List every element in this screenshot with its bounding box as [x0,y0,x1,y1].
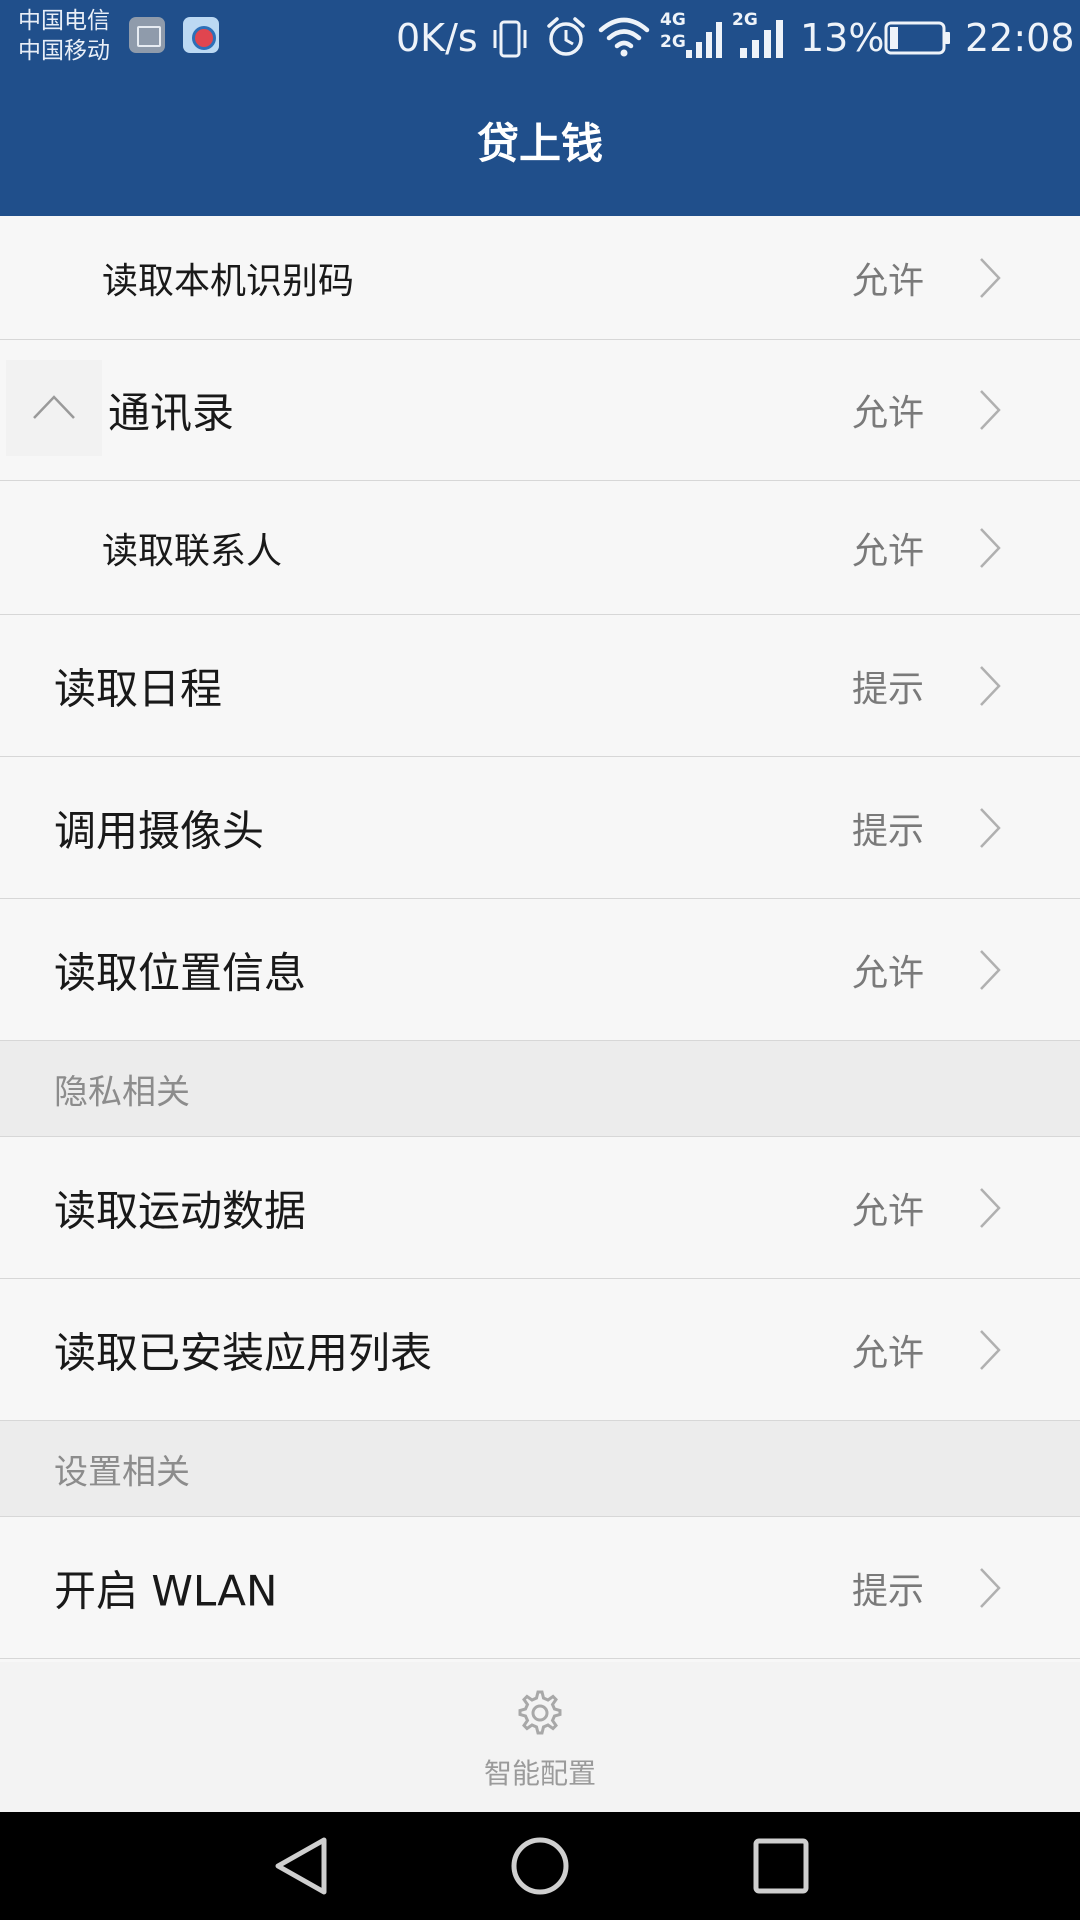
chevron-right-icon [980,390,1001,430]
signal-4g-label: 4G [660,10,686,30]
permission-status: 允许 [851,952,924,994]
permission-status: 允许 [851,260,924,302]
permission-status: 提示 [851,810,924,852]
smart-config-button[interactable]: 智能配置 [440,1690,640,1800]
permission-label: 读取本机识别码 [102,260,355,302]
permission-row-contacts-group[interactable]: 通讯录 允许 [0,340,1080,481]
permission-row-camera[interactable]: 调用摄像头 提示 [0,757,1080,899]
network-speed: 0K/s [396,16,478,60]
signal-4g-icon: 4G 2G [658,10,722,62]
chevron-up-icon [33,395,75,419]
permission-status: 允许 [851,1190,924,1232]
clock: 22:08 [965,16,1075,60]
chevron-right-icon [980,1329,1001,1370]
home-icon[interactable] [505,1834,575,1898]
permission-row-device-id[interactable]: 读取本机识别码 允许 [0,216,1080,340]
recent-apps-icon[interactable] [746,1834,816,1898]
permission-status: 提示 [851,668,924,710]
carrier-2: 中国移动 [18,38,110,64]
permission-label: 读取已安装应用列表 [54,1328,433,1377]
section-label: 隐私相关 [54,1072,190,1112]
permission-label: 读取运动数据 [54,1186,307,1235]
page-title: 贷上钱 [476,119,603,168]
video-icon [183,17,219,53]
permission-status: 允许 [851,393,924,434]
section-header-settings: 设置相关 [0,1421,1080,1517]
chevron-right-icon [980,665,1001,706]
gear-icon [518,1690,562,1735]
permission-row-motion-data[interactable]: 读取运动数据 允许 [0,1137,1080,1279]
section-label: 设置相关 [54,1452,190,1492]
permission-label: 调用摄像头 [54,806,265,855]
back-icon[interactable] [266,1834,336,1898]
collapse-toggle[interactable] [6,360,102,456]
status-bar: 中国电信 中国移动 0K/s 4G 2G 2G 13% 22:08 [0,0,1080,78]
battery-icon [884,21,950,55]
gallery-icon [129,17,165,53]
permission-status: 提示 [851,1570,924,1612]
permission-label: 开启 WLAN [54,1566,278,1615]
chevron-right-icon [980,1187,1001,1228]
chevron-right-icon [980,949,1001,990]
signal-2g-label: 2G [660,32,686,52]
section-header-privacy: 隐私相关 [0,1041,1080,1137]
battery-percent: 13% [800,16,885,60]
signal-2g-icon: 2G [730,10,786,62]
title-bar: 贷上钱 [0,78,1080,216]
permission-label: 读取日程 [54,664,223,713]
bottom-action-bar: 智能配置 [0,1662,1080,1812]
vibrate-icon [493,20,527,58]
permission-status: 允许 [851,1332,924,1374]
navigation-bar [0,1812,1080,1920]
alarm-icon [547,17,585,56]
carrier-names: 中国电信 中国移动 [18,6,110,66]
permission-label: 读取联系人 [102,530,283,572]
carrier-1: 中国电信 [18,8,110,34]
permission-row-location[interactable]: 读取位置信息 允许 [0,899,1080,1041]
permission-row-read-contacts[interactable]: 读取联系人 允许 [0,481,1080,615]
chevron-right-icon [980,257,1001,298]
smart-config-label: 智能配置 [483,1757,596,1790]
permission-list: 读取本机识别码 允许 通讯录 允许 读取联系人 允许 读取日程 提示 调用摄像头… [0,216,1080,1659]
permission-row-wlan[interactable]: 开启 WLAN 提示 [0,1517,1080,1659]
wifi-icon [598,17,650,57]
chevron-right-icon [980,527,1001,568]
permission-row-calendar[interactable]: 读取日程 提示 [0,615,1080,757]
permission-row-installed-apps[interactable]: 读取已安装应用列表 允许 [0,1279,1080,1421]
permission-status: 允许 [851,530,924,572]
chevron-right-icon [980,1567,1001,1608]
chevron-right-icon [980,807,1001,848]
permission-label: 通讯录 [108,388,235,438]
permission-label: 读取位置信息 [54,948,307,997]
